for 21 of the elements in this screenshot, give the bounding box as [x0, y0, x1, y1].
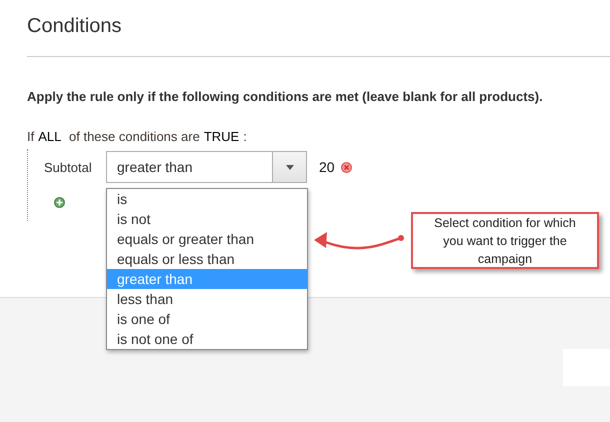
aggregator-link[interactable]: ALL: [38, 129, 62, 144]
section-title: Conditions: [27, 14, 123, 39]
add-icon[interactable]: [54, 197, 65, 208]
intro-text: of these conditions are: [68, 129, 200, 144]
dropdown-option[interactable]: is not one of: [107, 329, 307, 349]
caret-icon: [286, 164, 294, 170]
intro-text: If: [27, 129, 34, 144]
conditions-description: Apply the rule only if the following conditions are met (leave blank for all products).: [27, 89, 544, 104]
value-link[interactable]: TRUE: [204, 129, 240, 144]
condition-value[interactable]: 20: [319, 159, 335, 175]
remove-icon[interactable]: [340, 162, 352, 172]
dropdown-option[interactable]: is: [107, 189, 307, 209]
dropdown-option[interactable]: equals or less than: [107, 249, 307, 269]
callout-note: Select condition for which you want to trigger the campaign: [411, 212, 599, 269]
dropdown-option[interactable]: is not: [107, 209, 307, 229]
dropdown-option[interactable]: is one of: [107, 309, 307, 329]
dropdown-option[interactable]: less than: [107, 289, 307, 309]
operator-select[interactable]: greater than: [106, 151, 307, 183]
attribute-label: Subtotal: [44, 160, 93, 174]
dropdown-option[interactable]: equals or greater than: [107, 229, 307, 249]
intro-text: :: [243, 129, 247, 144]
